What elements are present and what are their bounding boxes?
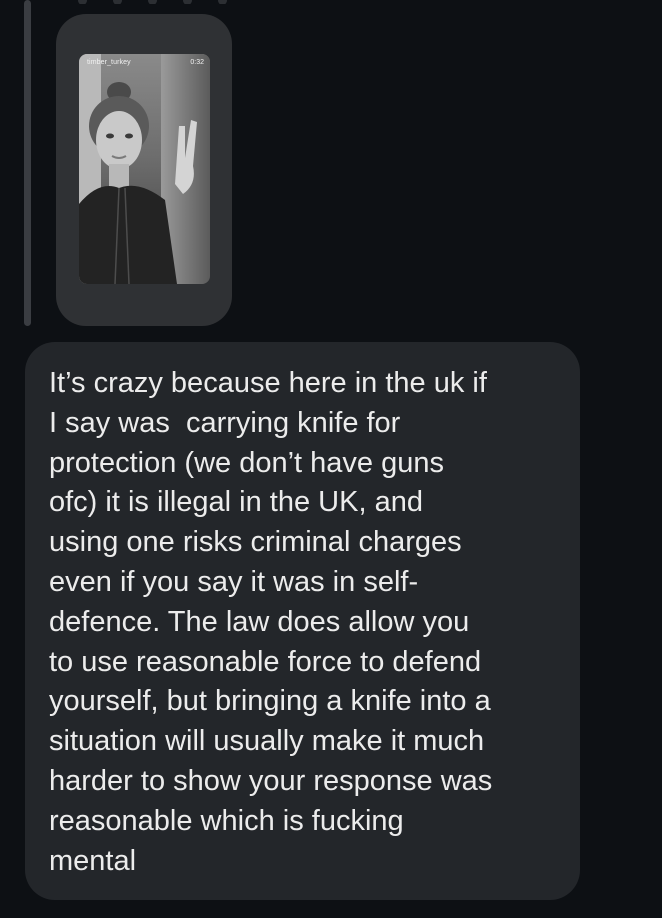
story-reply-card[interactable]: timber_turkey 0:32 [56,14,232,326]
previous-message-edge [78,0,298,4]
story-username: timber_turkey [87,59,131,66]
message-text: It’s crazy because here in the uk if I s… [49,367,493,877]
message-bubble[interactable]: It’s crazy because here in the uk if I s… [25,342,580,900]
story-duration: 0:32 [190,59,204,66]
chat-thread: timber_turkey 0:32 It’s crazy because he… [0,0,662,918]
reply-indicator-bar [24,0,31,326]
person-photo [79,82,197,284]
story-thumbnail[interactable]: timber_turkey 0:32 [79,54,210,284]
